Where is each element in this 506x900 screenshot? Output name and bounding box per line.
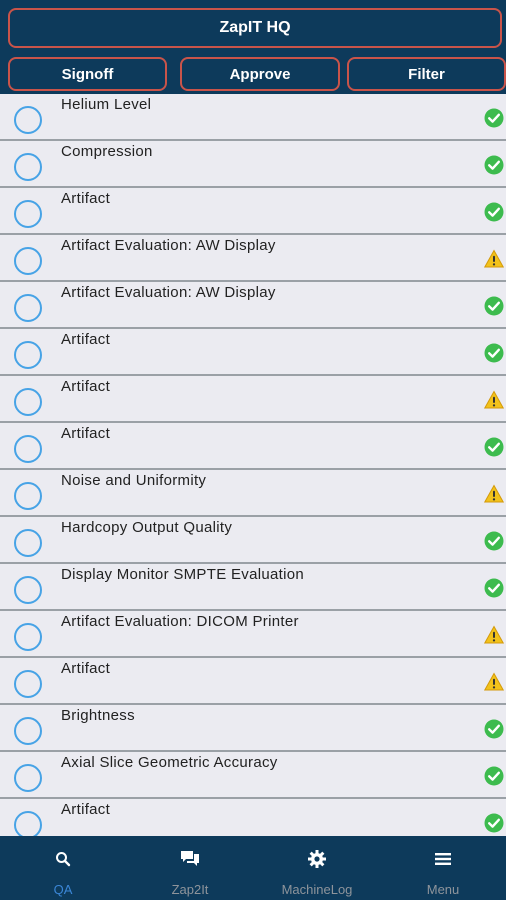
- select-radio[interactable]: [14, 670, 42, 698]
- select-radio[interactable]: [14, 529, 42, 557]
- select-radio[interactable]: [14, 247, 42, 275]
- qa-list-item[interactable]: Artifact: [0, 658, 506, 705]
- qa-list-item[interactable]: Display Monitor SMPTE Evaluation: [0, 564, 506, 611]
- select-radio[interactable]: [14, 717, 42, 745]
- title-button[interactable]: ZapIT HQ: [8, 8, 502, 48]
- select-radio[interactable]: [14, 153, 42, 181]
- status-ok-icon: [484, 155, 504, 175]
- tab-label: Menu: [426, 882, 460, 897]
- qa-item-label: Artifact: [61, 801, 111, 818]
- qa-list-item[interactable]: Artifact Evaluation: AW Display: [0, 235, 506, 282]
- qa-list-item[interactable]: Artifact Evaluation: AW Display: [0, 282, 506, 329]
- tab-zap2it[interactable]: Zap2It: [127, 836, 253, 900]
- status-ok-icon: [484, 108, 504, 128]
- menu-icon: [435, 850, 451, 868]
- select-radio[interactable]: [14, 200, 42, 228]
- status-ok-icon: [484, 766, 504, 786]
- qa-item-label: Hardcopy Output Quality: [61, 519, 233, 536]
- qa-list-item[interactable]: Hardcopy Output Quality: [0, 517, 506, 564]
- qa-list-item[interactable]: Artifact: [0, 188, 506, 235]
- qa-item-label: Artifact: [61, 190, 111, 207]
- tab-menu[interactable]: Menu: [380, 836, 506, 900]
- qa-item-label: Artifact Evaluation: AW Display: [61, 284, 276, 301]
- header-bar: ZapIT HQ Signoff Approve Filter: [0, 0, 506, 94]
- select-radio[interactable]: [14, 764, 42, 792]
- qa-item-label: Artifact Evaluation: DICOM Printer: [61, 613, 299, 630]
- qa-item-label: Artifact: [61, 331, 111, 348]
- status-ok-icon: [484, 719, 504, 739]
- tab-label: MachineLog: [281, 882, 353, 897]
- qa-list-item[interactable]: Artifact: [0, 329, 506, 376]
- qa-list-item[interactable]: Axial Slice Geometric Accuracy: [0, 752, 506, 799]
- qa-item-label: Artifact: [61, 425, 111, 442]
- status-ok-icon: [484, 578, 504, 598]
- qa-item-label: Display Monitor SMPTE Evaluation: [61, 566, 305, 583]
- approve-button[interactable]: Approve: [180, 57, 340, 91]
- qa-item-label: Noise and Uniformity: [61, 472, 207, 489]
- select-radio[interactable]: [14, 811, 42, 836]
- select-radio[interactable]: [14, 623, 42, 651]
- tab-qa[interactable]: QA: [0, 836, 126, 900]
- qa-item-label: Artifact: [61, 378, 111, 395]
- status-ok-icon: [484, 437, 504, 457]
- filter-button[interactable]: Filter: [347, 57, 506, 91]
- qa-list-item[interactable]: Brightness: [0, 705, 506, 752]
- chat-icon: [180, 850, 200, 868]
- status-warning-icon: [484, 672, 504, 692]
- select-radio[interactable]: [14, 435, 42, 463]
- qa-item-label: Artifact: [61, 660, 111, 677]
- qa-list-item[interactable]: Artifact: [0, 376, 506, 423]
- status-warning-icon: [484, 390, 504, 410]
- select-radio[interactable]: [14, 482, 42, 510]
- select-radio[interactable]: [14, 294, 42, 322]
- status-ok-icon: [484, 343, 504, 363]
- select-radio[interactable]: [14, 106, 42, 134]
- qa-list[interactable]: Helium Level Compression Artifact Artifact …: [0, 94, 506, 836]
- status-ok-icon: [484, 296, 504, 316]
- status-ok-icon: [484, 202, 504, 222]
- status-warning-icon: [484, 625, 504, 645]
- qa-list-item[interactable]: Compression: [0, 141, 506, 188]
- status-warning-icon: [484, 249, 504, 269]
- status-warning-icon: [484, 484, 504, 504]
- tab-bar: QA Zap2It MachineLog Menu: [0, 836, 506, 900]
- qa-item-label: Helium Level: [61, 96, 152, 113]
- qa-item-label: Axial Slice Geometric Accuracy: [61, 754, 278, 771]
- qa-list-item[interactable]: Helium Level: [0, 94, 506, 141]
- select-radio[interactable]: [14, 388, 42, 416]
- qa-item-label: Compression: [61, 143, 153, 160]
- qa-list-item[interactable]: Artifact: [0, 799, 506, 836]
- select-radio[interactable]: [14, 576, 42, 604]
- select-radio[interactable]: [14, 341, 42, 369]
- qa-list-item[interactable]: Artifact Evaluation: DICOM Printer: [0, 611, 506, 658]
- qa-item-label: Artifact Evaluation: AW Display: [61, 237, 276, 254]
- gear-icon: [308, 850, 326, 868]
- qa-item-label: Brightness: [61, 707, 135, 724]
- signoff-button[interactable]: Signoff: [8, 57, 167, 91]
- search-icon: [55, 850, 71, 868]
- status-ok-icon: [484, 531, 504, 551]
- tab-label: QA: [53, 882, 73, 897]
- qa-list-item[interactable]: Noise and Uniformity: [0, 470, 506, 517]
- status-ok-icon: [484, 813, 504, 833]
- tab-label: Zap2It: [171, 882, 209, 897]
- tab-machinelog[interactable]: MachineLog: [254, 836, 380, 900]
- qa-list-item[interactable]: Artifact: [0, 423, 506, 470]
